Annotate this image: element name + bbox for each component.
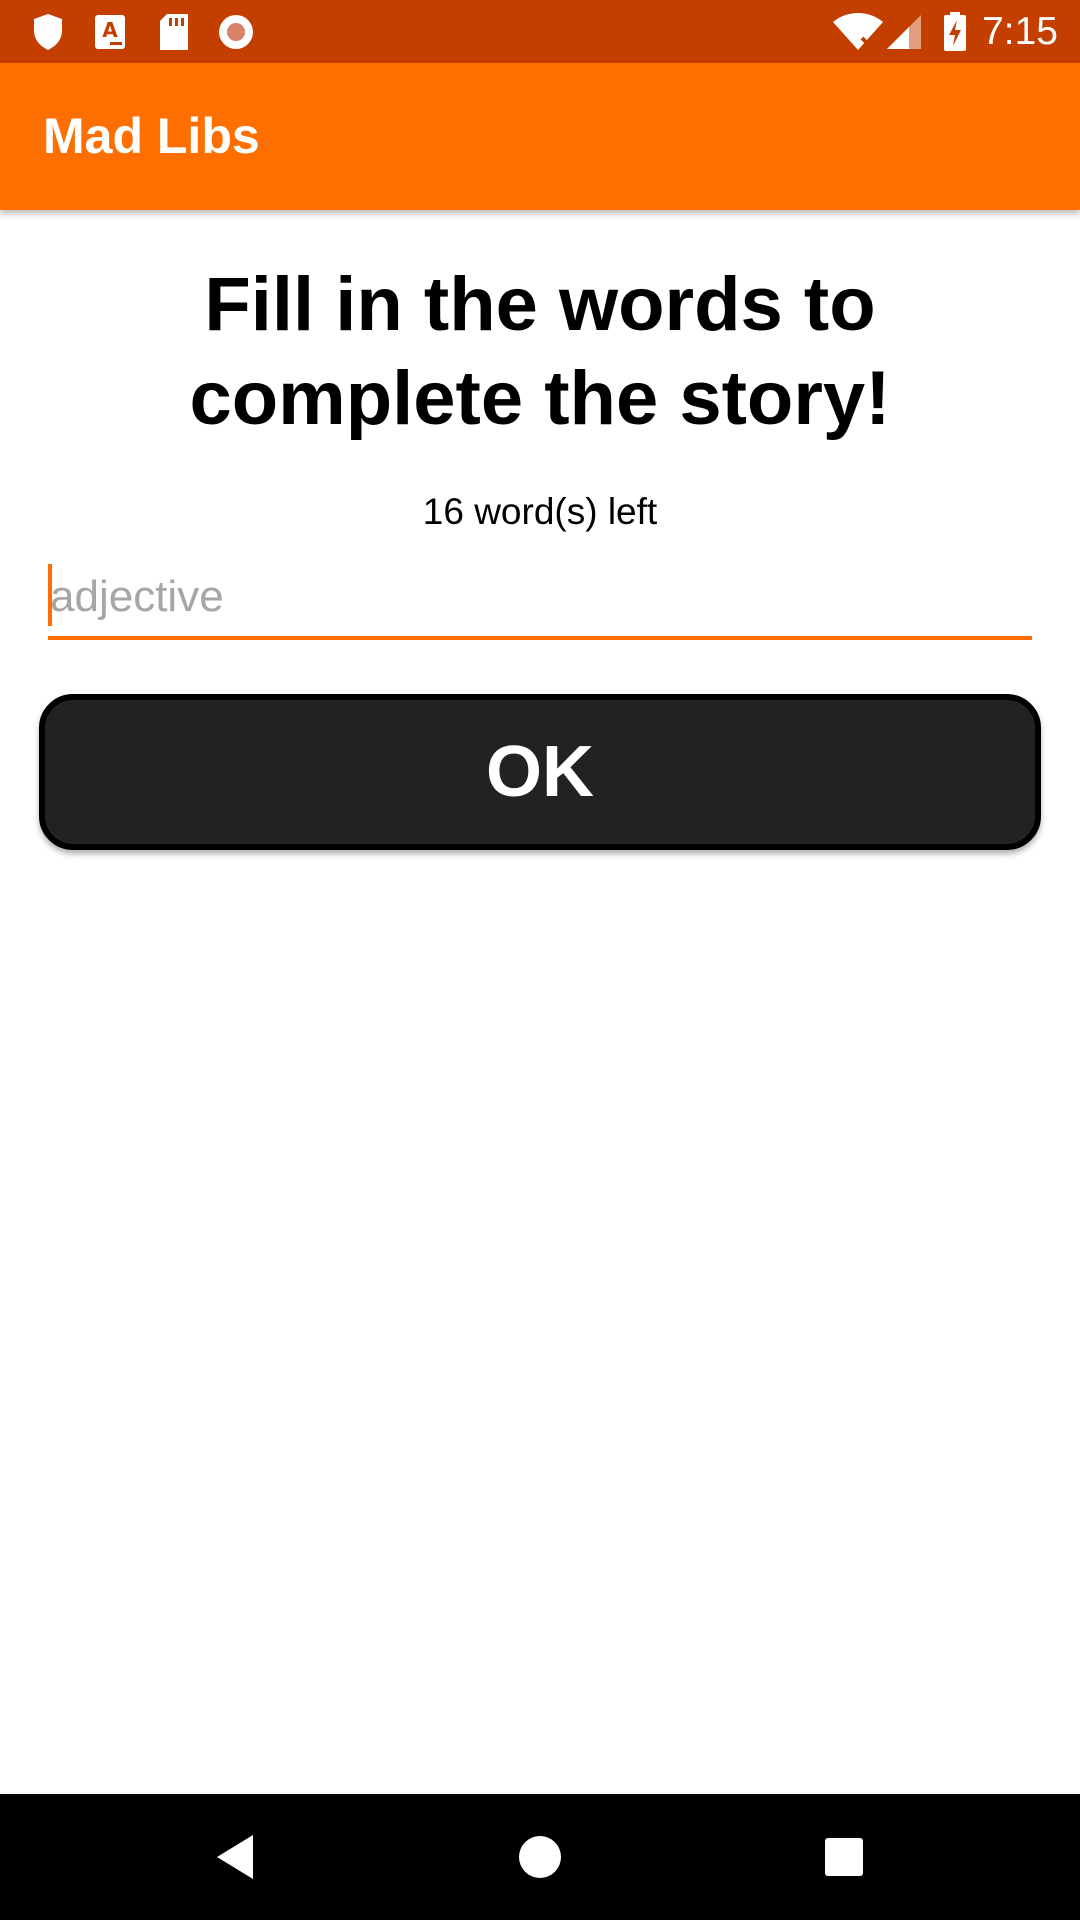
word-input-container [48, 562, 1032, 640]
wifi-icon [830, 0, 886, 63]
word-input[interactable] [50, 562, 1030, 632]
signal-icon [884, 0, 924, 63]
status-bar: A 7:15 [0, 0, 1080, 63]
record-icon [216, 0, 256, 63]
app-title: Mad Libs [43, 108, 260, 164]
ok-button[interactable]: OK [39, 694, 1041, 850]
recents-icon[interactable] [789, 1794, 899, 1920]
back-icon[interactable] [180, 1794, 290, 1920]
navigation-bar [0, 1794, 1080, 1920]
svg-text:A: A [102, 18, 118, 42]
battery-charging-icon [940, 0, 970, 63]
sd-card-icon [156, 0, 192, 63]
status-time: 7:15 [982, 10, 1058, 53]
shield-icon [28, 0, 68, 63]
page-heading: Fill in the words to complete the story! [189, 262, 891, 441]
app-bar: Mad Libs [0, 63, 1080, 210]
a-app-icon: A [92, 0, 128, 63]
words-left-counter: 16 word(s) left [422, 491, 658, 532]
home-icon[interactable] [485, 1794, 595, 1920]
